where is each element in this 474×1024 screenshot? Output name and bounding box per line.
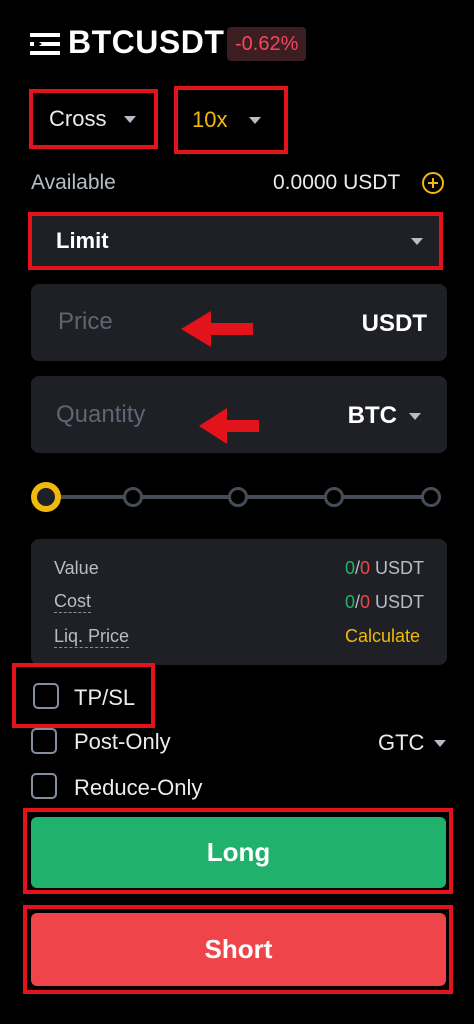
arrow-left-icon bbox=[199, 408, 259, 444]
slider-stop[interactable] bbox=[421, 487, 441, 507]
add-funds-icon[interactable] bbox=[421, 171, 445, 195]
chevron-down-icon bbox=[124, 115, 137, 123]
price-placeholder: Price bbox=[58, 308, 113, 335]
order-type-label: Limit bbox=[56, 228, 109, 253]
price-change-badge: -0.62% bbox=[227, 27, 307, 61]
time-in-force-label: GTC bbox=[378, 730, 425, 755]
quantity-field[interactable]: Quantity BTC bbox=[31, 376, 447, 453]
available-label: Available bbox=[31, 171, 116, 194]
slider-stop[interactable] bbox=[123, 487, 143, 507]
reduce-only-checkbox[interactable] bbox=[31, 773, 57, 799]
calculate-link[interactable]: Calculate bbox=[345, 626, 420, 647]
time-in-force-select[interactable]: GTC bbox=[378, 730, 447, 756]
price-unit: USDT bbox=[361, 310, 427, 337]
leverage-label: 10x bbox=[192, 107, 228, 132]
margin-mode-label: Cross bbox=[49, 106, 107, 131]
value-label: Value bbox=[54, 558, 99, 578]
margin-mode-select[interactable]: Cross bbox=[29, 89, 158, 149]
post-only-label: Post-Only bbox=[74, 729, 171, 754]
tpsl-checkbox[interactable] bbox=[33, 683, 59, 709]
slider-stop[interactable] bbox=[324, 487, 344, 507]
price-field[interactable]: Price USDT bbox=[31, 284, 447, 361]
value-amount: 0/0 USDT bbox=[344, 558, 424, 578]
arrow-left-icon bbox=[181, 311, 253, 347]
chevron-down-icon bbox=[434, 739, 447, 747]
post-only-checkbox[interactable] bbox=[31, 728, 57, 754]
quantity-unit-select[interactable]: BTC bbox=[348, 402, 421, 430]
chevron-down-icon bbox=[249, 116, 262, 124]
short-button[interactable]: Short bbox=[31, 913, 446, 986]
cost-amount: 0/0 USDT bbox=[344, 592, 424, 612]
order-summary: Value 0/0 USDT Cost 0/0 USDT Liq. Price … bbox=[31, 539, 447, 665]
slider-handle[interactable] bbox=[31, 482, 61, 512]
leverage-select[interactable]: 10x bbox=[174, 86, 288, 154]
order-type-select[interactable]: Limit bbox=[28, 212, 443, 270]
reduce-only-label: Reduce-Only bbox=[74, 775, 203, 800]
symbol-title[interactable]: BTCUSDT bbox=[68, 24, 224, 61]
chevron-down-icon bbox=[409, 412, 421, 420]
liq-price-label[interactable]: Liq. Price bbox=[54, 626, 130, 648]
quantity-unit: BTC bbox=[347, 402, 397, 429]
menu-icon[interactable] bbox=[30, 31, 60, 57]
quantity-slider[interactable] bbox=[30, 480, 450, 514]
long-button[interactable]: Long bbox=[31, 817, 446, 888]
tpsl-option[interactable]: TP/SL bbox=[12, 663, 155, 728]
tpsl-label: TP/SL bbox=[74, 685, 136, 710]
chevron-down-icon bbox=[411, 237, 423, 245]
quantity-placeholder: Quantity bbox=[56, 401, 146, 428]
cost-label[interactable]: Cost bbox=[54, 591, 92, 613]
available-value: 0.0000 USDT bbox=[273, 171, 401, 194]
slider-stop[interactable] bbox=[228, 487, 248, 507]
